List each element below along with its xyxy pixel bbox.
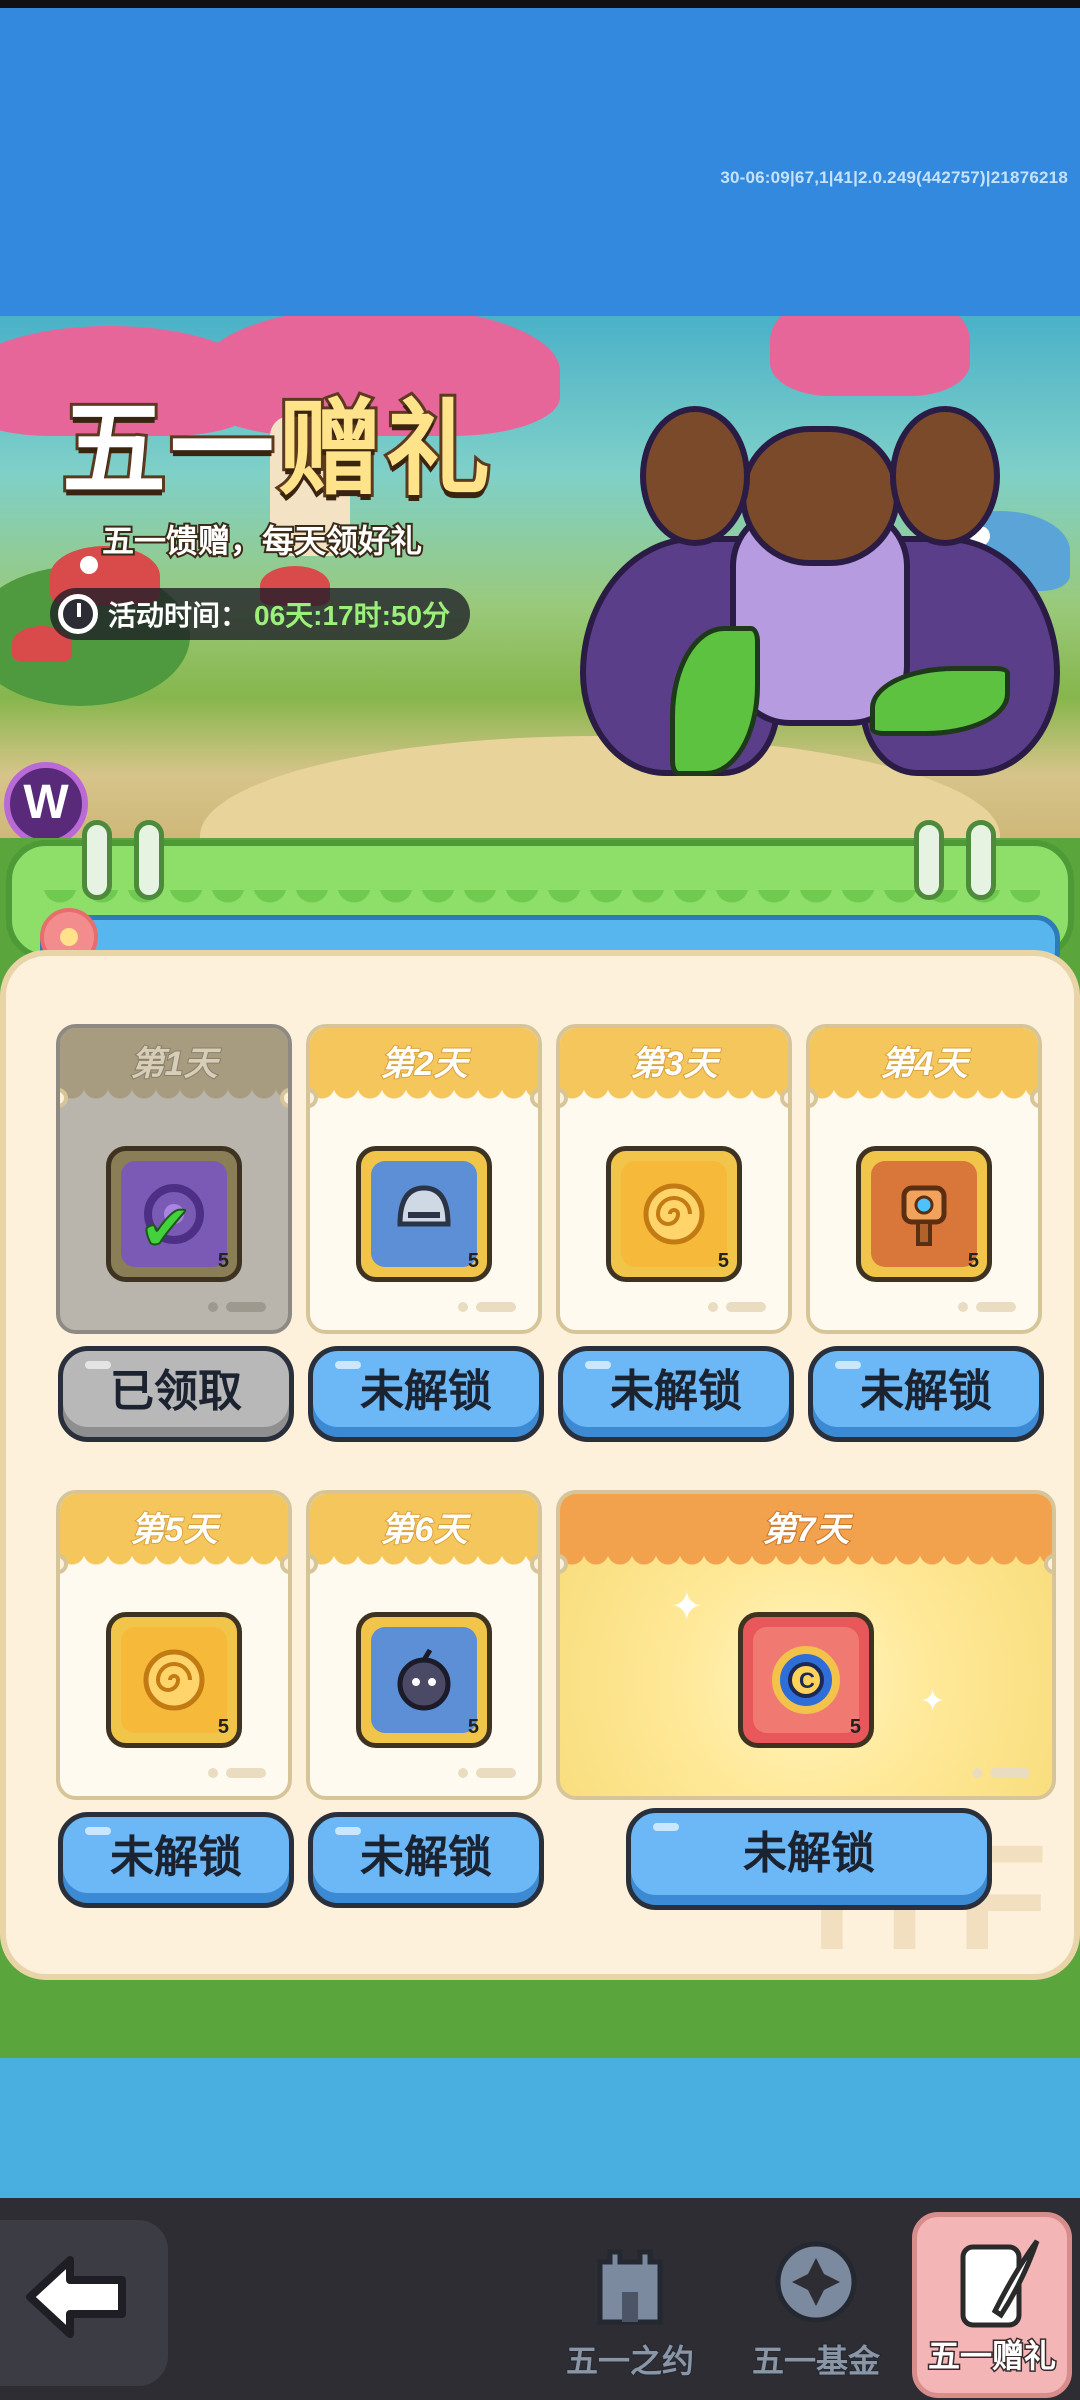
- mushroom-dot: [80, 556, 98, 574]
- board-peg: [134, 820, 164, 900]
- item-quantity: 5: [717, 1250, 729, 1272]
- card-deco: [958, 1302, 1016, 1312]
- timer-label: 活动时间：: [108, 600, 249, 631]
- sparkle-icon: ✦: [670, 1585, 704, 1629]
- tab-label: 五一基金: [751, 2342, 881, 2380]
- stopwatch-icon: [58, 594, 98, 634]
- card-notch: [530, 1554, 538, 1574]
- reward-card-day-3: 第3天 5: [556, 1024, 792, 1334]
- locked-button-day-7[interactable]: 未解锁: [626, 1808, 992, 1910]
- board-peg: [966, 820, 996, 900]
- locked-button-day-4[interactable]: 未解锁: [808, 1346, 1044, 1442]
- day-label: 第5天: [130, 1510, 219, 1550]
- timer-value: 06天:17时:50分: [254, 600, 451, 631]
- day-label: 第1天: [130, 1044, 219, 1084]
- card-deco: [708, 1302, 766, 1312]
- day-label: 第7天: [762, 1510, 851, 1550]
- reward-item[interactable]: ✔ 5: [106, 1146, 242, 1282]
- reward-card-day-7: 第7天 ✦ ✦ C 5: [556, 1490, 1056, 1800]
- reward-board: ITF 第1天 ✔ 5 第2天 5: [0, 950, 1080, 1980]
- event-banner: 五一赠礼 五一馈赠，每天领好礼 活动时间： 06天:17时:50分: [0, 316, 1080, 876]
- reward-card-day-1: 第1天 ✔ 5: [56, 1024, 292, 1334]
- tab-may-day-pledge[interactable]: 五一之约: [540, 2212, 720, 2398]
- locked-button-day-6[interactable]: 未解锁: [308, 1812, 544, 1908]
- claimed-button-day-1[interactable]: 已领取: [58, 1346, 294, 1442]
- svg-text:C: C: [799, 1668, 815, 1693]
- item-quantity: 5: [217, 1716, 229, 1738]
- day-label: 第2天: [380, 1044, 469, 1084]
- card-notch: [530, 1088, 538, 1108]
- debug-version-text: 30-06:09|67,1|41|2.0.249(442757)|2187621…: [720, 168, 1068, 187]
- gear-coin-icon: [775, 2241, 857, 2323]
- tab-may-day-fund[interactable]: 五一基金: [726, 2212, 906, 2398]
- locked-button-day-5[interactable]: 未解锁: [58, 1812, 294, 1908]
- orange-totem-icon: [871, 1161, 977, 1267]
- item-quantity: 5: [467, 1716, 479, 1738]
- w-logo-badge[interactable]: W: [4, 762, 88, 846]
- tab-may-day-gift[interactable]: 五一赠礼: [912, 2212, 1072, 2398]
- card-deco: [208, 1768, 266, 1778]
- card-deco: [208, 1302, 266, 1312]
- reward-item[interactable]: 5: [856, 1146, 992, 1282]
- card-deco: [458, 1768, 516, 1778]
- locked-button-day-2[interactable]: 未解锁: [308, 1346, 544, 1442]
- river-background: [0, 2058, 1080, 2198]
- reward-card-day-2: 第2天 5: [306, 1024, 542, 1334]
- back-button[interactable]: [0, 2220, 168, 2386]
- item-quantity: 5: [849, 1716, 861, 1738]
- item-quantity: 5: [467, 1250, 479, 1272]
- day-label: 第3天: [630, 1044, 719, 1084]
- left-horn: [640, 406, 750, 546]
- card-notch: [1030, 1088, 1038, 1108]
- board-peg: [82, 820, 112, 900]
- back-arrow-icon: [26, 2256, 126, 2338]
- character-head: [740, 426, 900, 566]
- tab-label: 五一赠礼: [926, 2337, 1057, 2376]
- event-timer: 活动时间： 06天:17时:50分: [50, 588, 471, 640]
- sparkle-icon: ✦: [920, 1685, 946, 1718]
- reward-card-day-4: 第4天 5: [806, 1024, 1042, 1334]
- golden-swirl-icon: [621, 1161, 727, 1267]
- compass-coin-icon: C: [753, 1627, 859, 1733]
- reward-item[interactable]: 5: [606, 1146, 742, 1282]
- title-part-1: 五一: [59, 389, 279, 511]
- top-status-area: 30-06:09|67,1|41|2.0.249(442757)|2187621…: [0, 0, 1080, 318]
- claimed-check-icon: ✔: [138, 1191, 194, 1265]
- reward-card-day-5: 第5天 5: [56, 1490, 292, 1800]
- reward-item[interactable]: 5: [106, 1612, 242, 1748]
- card-notch: [1044, 1554, 1052, 1574]
- title-part-2: 赠礼: [275, 389, 495, 511]
- day-label: 第6天: [380, 1510, 469, 1550]
- golden-swirl-icon: [121, 1627, 227, 1733]
- tab-label: 五一之约: [565, 2342, 695, 2380]
- reward-card-day-6: 第6天 5: [306, 1490, 542, 1800]
- board-scallop: [40, 890, 1040, 910]
- locked-button-day-3[interactable]: 未解锁: [558, 1346, 794, 1442]
- item-quantity: 5: [217, 1250, 229, 1272]
- castle-icon: [597, 2249, 663, 2325]
- right-horn: [890, 406, 1000, 546]
- item-quantity: 5: [967, 1250, 979, 1272]
- event-title: 五一赠礼: [59, 364, 495, 515]
- bomb-creature-icon: [371, 1627, 477, 1733]
- reward-item[interactable]: C 5: [738, 1612, 874, 1748]
- card-notch: [280, 1088, 288, 1108]
- knight-helmet-icon: [371, 1161, 477, 1267]
- event-subtitle: 五一馈赠，每天领好礼: [100, 521, 424, 561]
- demon-character-illustration: [580, 386, 1060, 836]
- board-peg: [914, 820, 944, 900]
- scroll-quill-icon: [960, 2239, 1040, 2328]
- card-notch: [280, 1554, 288, 1574]
- day-label: 第4天: [880, 1044, 969, 1084]
- card-notch: [780, 1088, 788, 1108]
- reward-item[interactable]: 5: [356, 1146, 492, 1282]
- card-deco: [458, 1302, 516, 1312]
- reward-item[interactable]: 5: [356, 1612, 492, 1748]
- card-deco: [972, 1768, 1030, 1778]
- mushroom-decoration: [770, 316, 970, 396]
